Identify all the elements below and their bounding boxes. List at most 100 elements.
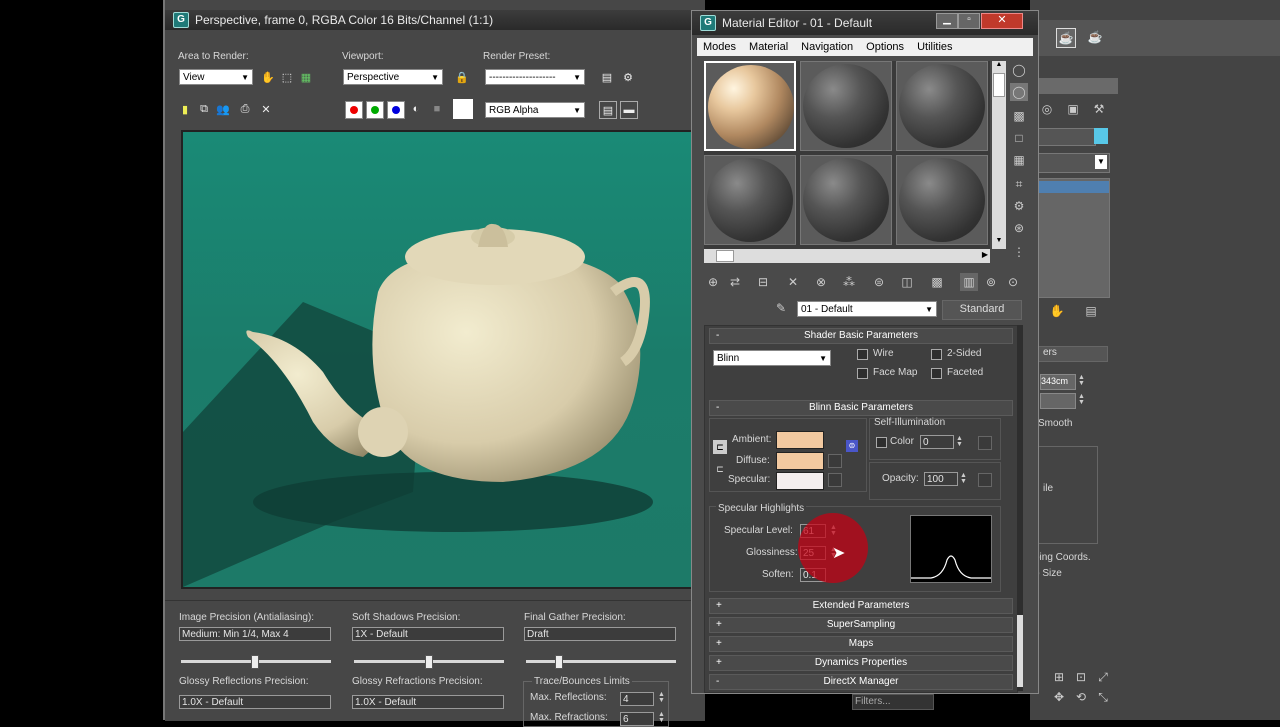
copy-image-icon[interactable]: ⧉ <box>196 101 212 117</box>
region-icon[interactable]: ⬚ <box>279 69 295 85</box>
teapot-icon[interactable]: ☕ <box>1086 28 1104 46</box>
environment-icon[interactable]: ⚙ <box>620 69 636 85</box>
hand-icon[interactable]: ✋ <box>260 69 276 85</box>
toggle-overlay-icon[interactable]: ▬ <box>620 101 638 119</box>
sample-slot-1[interactable] <box>704 61 796 151</box>
rollout-maps[interactable]: + Maps <box>709 636 1013 652</box>
put-to-library-icon[interactable]: ⊜ <box>870 273 888 291</box>
max-refractions-spinner[interactable]: ▲ ▼ <box>658 711 665 724</box>
lock-maps-icon[interactable]: ⊜ <box>846 440 858 452</box>
blue-channel-toggle[interactable] <box>387 101 405 119</box>
minimize-button[interactable]: ▁ <box>936 13 958 29</box>
reset-map-icon[interactable]: ✕ <box>784 273 802 291</box>
go-to-parent-icon[interactable]: ⊚ <box>982 273 1000 291</box>
image-precision-field[interactable]: Medium: Min 1/4, Max 4 <box>179 627 331 641</box>
soft-shadows-thumb[interactable] <box>425 655 433 669</box>
zoom-extents-icon[interactable]: ⊞ <box>1050 668 1068 686</box>
lock-diffuse-specular-button[interactable]: ⊏ <box>713 462 727 476</box>
clear-icon[interactable]: ✕ <box>258 101 274 117</box>
video-check-icon[interactable]: ▦ <box>1010 151 1028 169</box>
final-gather-field[interactable]: Draft <box>524 627 676 641</box>
value-field[interactable]: 343cm <box>1040 374 1076 390</box>
make-unique-icon[interactable]: ⁂ <box>840 273 858 291</box>
red-channel-toggle[interactable] <box>345 101 363 119</box>
teapot-render-icon[interactable]: ☕ <box>1056 28 1076 48</box>
material-type-button[interactable]: Standard <box>942 300 1022 320</box>
maximize-button[interactable]: ▫ <box>958 13 980 29</box>
menu-material[interactable]: Material <box>749 41 788 53</box>
copy-material-icon[interactable]: ⊗ <box>812 273 830 291</box>
sample-slot-4[interactable] <box>704 155 796 245</box>
value-field-2[interactable] <box>1040 393 1076 409</box>
slots-hscroll[interactable]: ▶ <box>704 249 990 263</box>
area-to-render-dropdown[interactable]: View ▼ <box>179 69 253 85</box>
hand-icon[interactable]: ✋ <box>1048 302 1066 320</box>
background-icon[interactable]: ▩ <box>1010 107 1028 125</box>
specular-swatch[interactable] <box>776 472 824 490</box>
sample-slot-3[interactable] <box>896 61 988 151</box>
opacity-spinner[interactable]: ▲ ▼ <box>960 472 967 485</box>
render-preset-dropdown[interactable]: -------------------- ▼ <box>485 69 585 85</box>
clone-window-icon[interactable]: 👥 <box>215 101 231 117</box>
lock-icon[interactable]: 🔒 <box>454 69 470 85</box>
parameters-header[interactable]: ers <box>1034 346 1108 362</box>
display-icon[interactable]: ◎ <box>1038 100 1056 118</box>
auto-region-icon[interactable]: ▦ <box>298 69 314 85</box>
sample-slot-5[interactable] <box>800 155 892 245</box>
self-illum-value-field[interactable]: 0 <box>920 435 954 449</box>
show-map-icon[interactable]: ▩ <box>928 273 946 291</box>
viewport-dropdown[interactable]: Perspective ▼ <box>343 69 443 85</box>
glossy-reflections-field[interactable]: 1.0X - Default <box>179 695 331 709</box>
material-name-field[interactable]: 01 - Default ▼ <box>797 301 937 317</box>
eyedropper-icon[interactable]: ✎ <box>772 299 790 317</box>
color-swatch[interactable] <box>1094 128 1108 144</box>
menu-modes[interactable]: Modes <box>703 41 736 53</box>
ambient-swatch[interactable] <box>776 431 824 449</box>
self-illum-color-checkbox[interactable] <box>876 437 887 448</box>
rollout-supersampling[interactable]: + SuperSampling <box>709 617 1013 633</box>
swatch-white[interactable] <box>453 99 473 119</box>
make-preview-icon[interactable]: ⌗ <box>1010 175 1028 193</box>
render-setup-icon[interactable]: ▤ <box>599 69 615 85</box>
opacity-map-button[interactable] <box>978 473 992 487</box>
uv-tiling-icon[interactable]: □ <box>1010 129 1028 147</box>
faceted-checkbox[interactable] <box>931 368 942 379</box>
max-reflections-spinner[interactable]: ▲ ▼ <box>658 691 665 704</box>
max-refractions-field[interactable]: 6 <box>620 712 654 726</box>
self-illum-map-button[interactable] <box>978 436 992 450</box>
wire-checkbox[interactable] <box>857 349 868 360</box>
print-icon[interactable]: ⎙ <box>237 101 253 117</box>
monitor-icon[interactable]: ▣ <box>1064 100 1082 118</box>
menu-utilities[interactable]: Utilities <box>917 41 952 53</box>
rollout-dynamics-properties[interactable]: + Dynamics Properties <box>709 655 1013 671</box>
zoom-all-icon[interactable]: ⊡ <box>1072 668 1090 686</box>
save-image-icon[interactable]: ▮ <box>177 101 193 117</box>
go-forward-sibling-icon[interactable]: ⊙ <box>1004 273 1022 291</box>
options-icon[interactable]: ⚙ <box>1010 197 1028 215</box>
backlight-icon[interactable]: ◯ <box>1010 83 1028 101</box>
name-field[interactable] <box>1038 128 1096 146</box>
sample-slot-2[interactable] <box>800 61 892 151</box>
slots-vscroll[interactable]: ▲ ▼ <box>992 61 1006 249</box>
opacity-field[interactable]: 100 <box>924 472 958 486</box>
select-by-material-icon[interactable]: ⊛ <box>1010 219 1028 237</box>
configure-icon[interactable]: ▤ <box>1082 302 1100 320</box>
monochrome-icon[interactable]: ■ <box>429 101 445 117</box>
two-sided-checkbox[interactable] <box>931 349 942 360</box>
material-id-icon[interactable]: ◫ <box>898 273 916 291</box>
orbit-icon[interactable]: ⟲ <box>1072 688 1090 706</box>
self-illum-spinner[interactable]: ▲ ▼ <box>956 435 963 448</box>
show-end-result-icon[interactable]: ▥ <box>960 273 978 291</box>
max-reflections-field[interactable]: 4 <box>620 692 654 706</box>
rollout-directx-manager[interactable]: - DirectX Manager <box>709 674 1013 690</box>
glossy-refractions-field[interactable]: 1.0X - Default <box>352 695 504 709</box>
pan-icon[interactable]: ✥ <box>1050 688 1068 706</box>
maximize-toggle-icon[interactable]: ⤡ <box>1094 688 1112 706</box>
specular-map-button[interactable] <box>828 473 842 487</box>
soft-shadows-field[interactable]: 1X - Default <box>352 627 504 641</box>
value-spinner-2[interactable]: ▲ ▼ <box>1078 393 1085 406</box>
diffuse-map-button[interactable] <box>828 454 842 468</box>
hammer-icon[interactable]: ⚒ <box>1090 100 1108 118</box>
green-channel-toggle[interactable] <box>366 101 384 119</box>
close-button[interactable]: ✕ <box>981 13 1023 29</box>
